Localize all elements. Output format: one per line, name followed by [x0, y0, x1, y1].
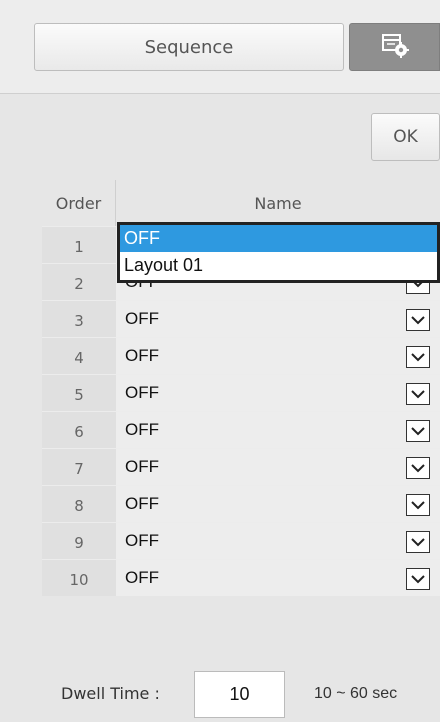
- name-value: OFF: [125, 531, 159, 550]
- chevron-down-icon[interactable]: [406, 420, 430, 442]
- table-row: 9 OFF: [42, 522, 440, 559]
- table-row: 8 OFF: [42, 485, 440, 522]
- order-cell: 9: [42, 523, 116, 559]
- name-value: OFF: [125, 309, 159, 328]
- order-cell: 2: [42, 264, 116, 300]
- name-value: OFF: [125, 457, 159, 476]
- table-row: 3 OFF: [42, 300, 440, 337]
- order-cell: 3: [42, 301, 116, 337]
- chevron-down-icon[interactable]: [406, 457, 430, 479]
- name-value: OFF: [125, 494, 159, 513]
- order-cell: 10: [42, 560, 116, 596]
- dropdown-option-layout-01[interactable]: Layout 01: [120, 252, 437, 279]
- dropdown-option-off[interactable]: OFF: [120, 225, 437, 252]
- dwell-time-input[interactable]: [194, 671, 285, 718]
- chevron-down-icon[interactable]: [406, 346, 430, 368]
- order-cell: 8: [42, 486, 116, 522]
- name-select[interactable]: OFF: [116, 523, 440, 559]
- name-dropdown-list[interactable]: OFF Layout 01: [117, 222, 440, 283]
- name-value: OFF: [125, 568, 159, 587]
- order-cell: 4: [42, 338, 116, 374]
- order-cell: 1: [42, 227, 116, 263]
- table-row: 4 OFF: [42, 337, 440, 374]
- name-select[interactable]: OFF: [116, 375, 440, 411]
- chevron-down-icon[interactable]: [406, 531, 430, 553]
- name-select[interactable]: OFF: [116, 560, 440, 596]
- order-cell: 6: [42, 412, 116, 448]
- ok-button-label: OK: [393, 127, 418, 147]
- table-row: 5 OFF: [42, 374, 440, 411]
- chevron-down-icon[interactable]: [406, 383, 430, 405]
- settings-button[interactable]: [349, 23, 440, 71]
- name-value: OFF: [125, 346, 159, 365]
- name-select[interactable]: OFF: [116, 301, 440, 337]
- order-cell: 5: [42, 375, 116, 411]
- name-select[interactable]: OFF: [116, 449, 440, 485]
- top-bar: Sequence: [0, 0, 440, 94]
- dwell-time-label: Dwell Time :: [61, 684, 160, 703]
- chevron-down-icon[interactable]: [406, 309, 430, 331]
- name-value: OFF: [125, 383, 159, 402]
- sequence-button[interactable]: Sequence: [34, 23, 344, 71]
- order-cell: 7: [42, 449, 116, 485]
- dwell-time-range: 10 ~ 60 sec: [314, 685, 398, 702]
- name-column-header: Name: [254, 193, 302, 213]
- chevron-down-icon[interactable]: [406, 494, 430, 516]
- name-select[interactable]: OFF: [116, 338, 440, 374]
- footer: Dwell Time : 10 ~ 60 sec: [0, 670, 440, 722]
- table-row: 10 OFF: [42, 559, 440, 596]
- ok-button[interactable]: OK: [371, 113, 440, 161]
- sequence-button-label: Sequence: [144, 36, 234, 58]
- order-column-header: Order: [42, 180, 116, 226]
- chevron-down-icon[interactable]: [406, 568, 430, 590]
- table-row: 6 OFF: [42, 411, 440, 448]
- table-row: 7 OFF: [42, 448, 440, 485]
- name-select[interactable]: OFF: [116, 486, 440, 522]
- layout-settings-icon: [381, 32, 409, 62]
- name-value: OFF: [125, 420, 159, 439]
- name-select[interactable]: OFF: [116, 412, 440, 448]
- table-header: Order Name: [42, 180, 440, 226]
